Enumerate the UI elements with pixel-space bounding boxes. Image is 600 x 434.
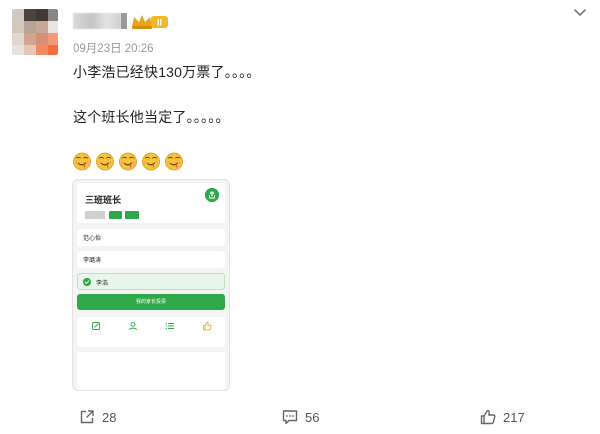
username-visible-char[interactable] <box>121 13 127 29</box>
embedded-share-icon <box>205 188 219 202</box>
username-blurred[interactable] <box>73 13 121 29</box>
smirk-emoji <box>142 152 160 171</box>
list-icon <box>165 322 174 330</box>
embedded-action <box>188 321 225 334</box>
vip-level-text: II <box>157 17 162 27</box>
smirk-emoji <box>73 152 91 171</box>
comment-button[interactable]: 56 <box>281 408 319 426</box>
edit-icon <box>91 322 100 330</box>
embedded-description <box>77 352 225 390</box>
like-button[interactable]: 217 <box>479 408 525 426</box>
smirk-emoji <box>96 152 114 171</box>
share-icon <box>80 410 94 424</box>
embedded-check-icon <box>83 278 91 286</box>
embedded-candidate-row: 范心怡 <box>77 229 225 246</box>
embedded-screenshot-image[interactable]: 三班班长 范心怡 李璐涛 李浩 我的家长投票 <box>72 179 230 391</box>
embedded-action-row <box>77 317 225 347</box>
embedded-candidate-row-selected: 李浩 <box>77 273 225 290</box>
comment-icon <box>282 410 298 425</box>
embedded-candidate-name: 李浩 <box>96 281 109 287</box>
share-button[interactable]: 28 <box>78 408 116 426</box>
vip-crown-badge-icon[interactable]: II <box>131 13 169 30</box>
emoji-row <box>72 151 184 171</box>
embedded-vote-card-header: 三班班长 <box>77 183 225 223</box>
embedded-candidate-name: 李璐涛 <box>83 258 102 264</box>
share-count: 28 <box>102 409 117 425</box>
embedded-tag <box>109 211 122 219</box>
embedded-vote-button: 我的家长投票 <box>77 294 225 310</box>
like-count: 217 <box>503 409 525 425</box>
comment-count: 56 <box>305 409 320 425</box>
thumbs-up-icon <box>480 409 496 425</box>
embedded-action <box>114 321 151 334</box>
embedded-candidate-row: 李璐涛 <box>77 251 225 268</box>
embedded-tag <box>125 211 139 219</box>
thumbs-up-icon <box>202 321 211 331</box>
smirk-emoji <box>119 152 137 171</box>
post-text-line-2: 这个班长他当定了。。。。。 <box>73 109 230 125</box>
embedded-action <box>151 321 188 334</box>
user-icon <box>128 321 137 331</box>
smirk-emoji <box>165 152 183 171</box>
embedded-action <box>77 321 114 334</box>
post-timestamp[interactable]: 09月23日 20:26 <box>73 40 154 56</box>
chevron-down-icon[interactable] <box>572 6 588 18</box>
user-avatar[interactable] <box>12 9 58 55</box>
embedded-vote-title: 三班班长 <box>85 195 122 205</box>
post-text-line-1: 小李浩已经快130万票了。。。。 <box>73 64 261 80</box>
embedded-candidate-name: 范心怡 <box>83 236 102 242</box>
embedded-tag <box>85 211 105 219</box>
